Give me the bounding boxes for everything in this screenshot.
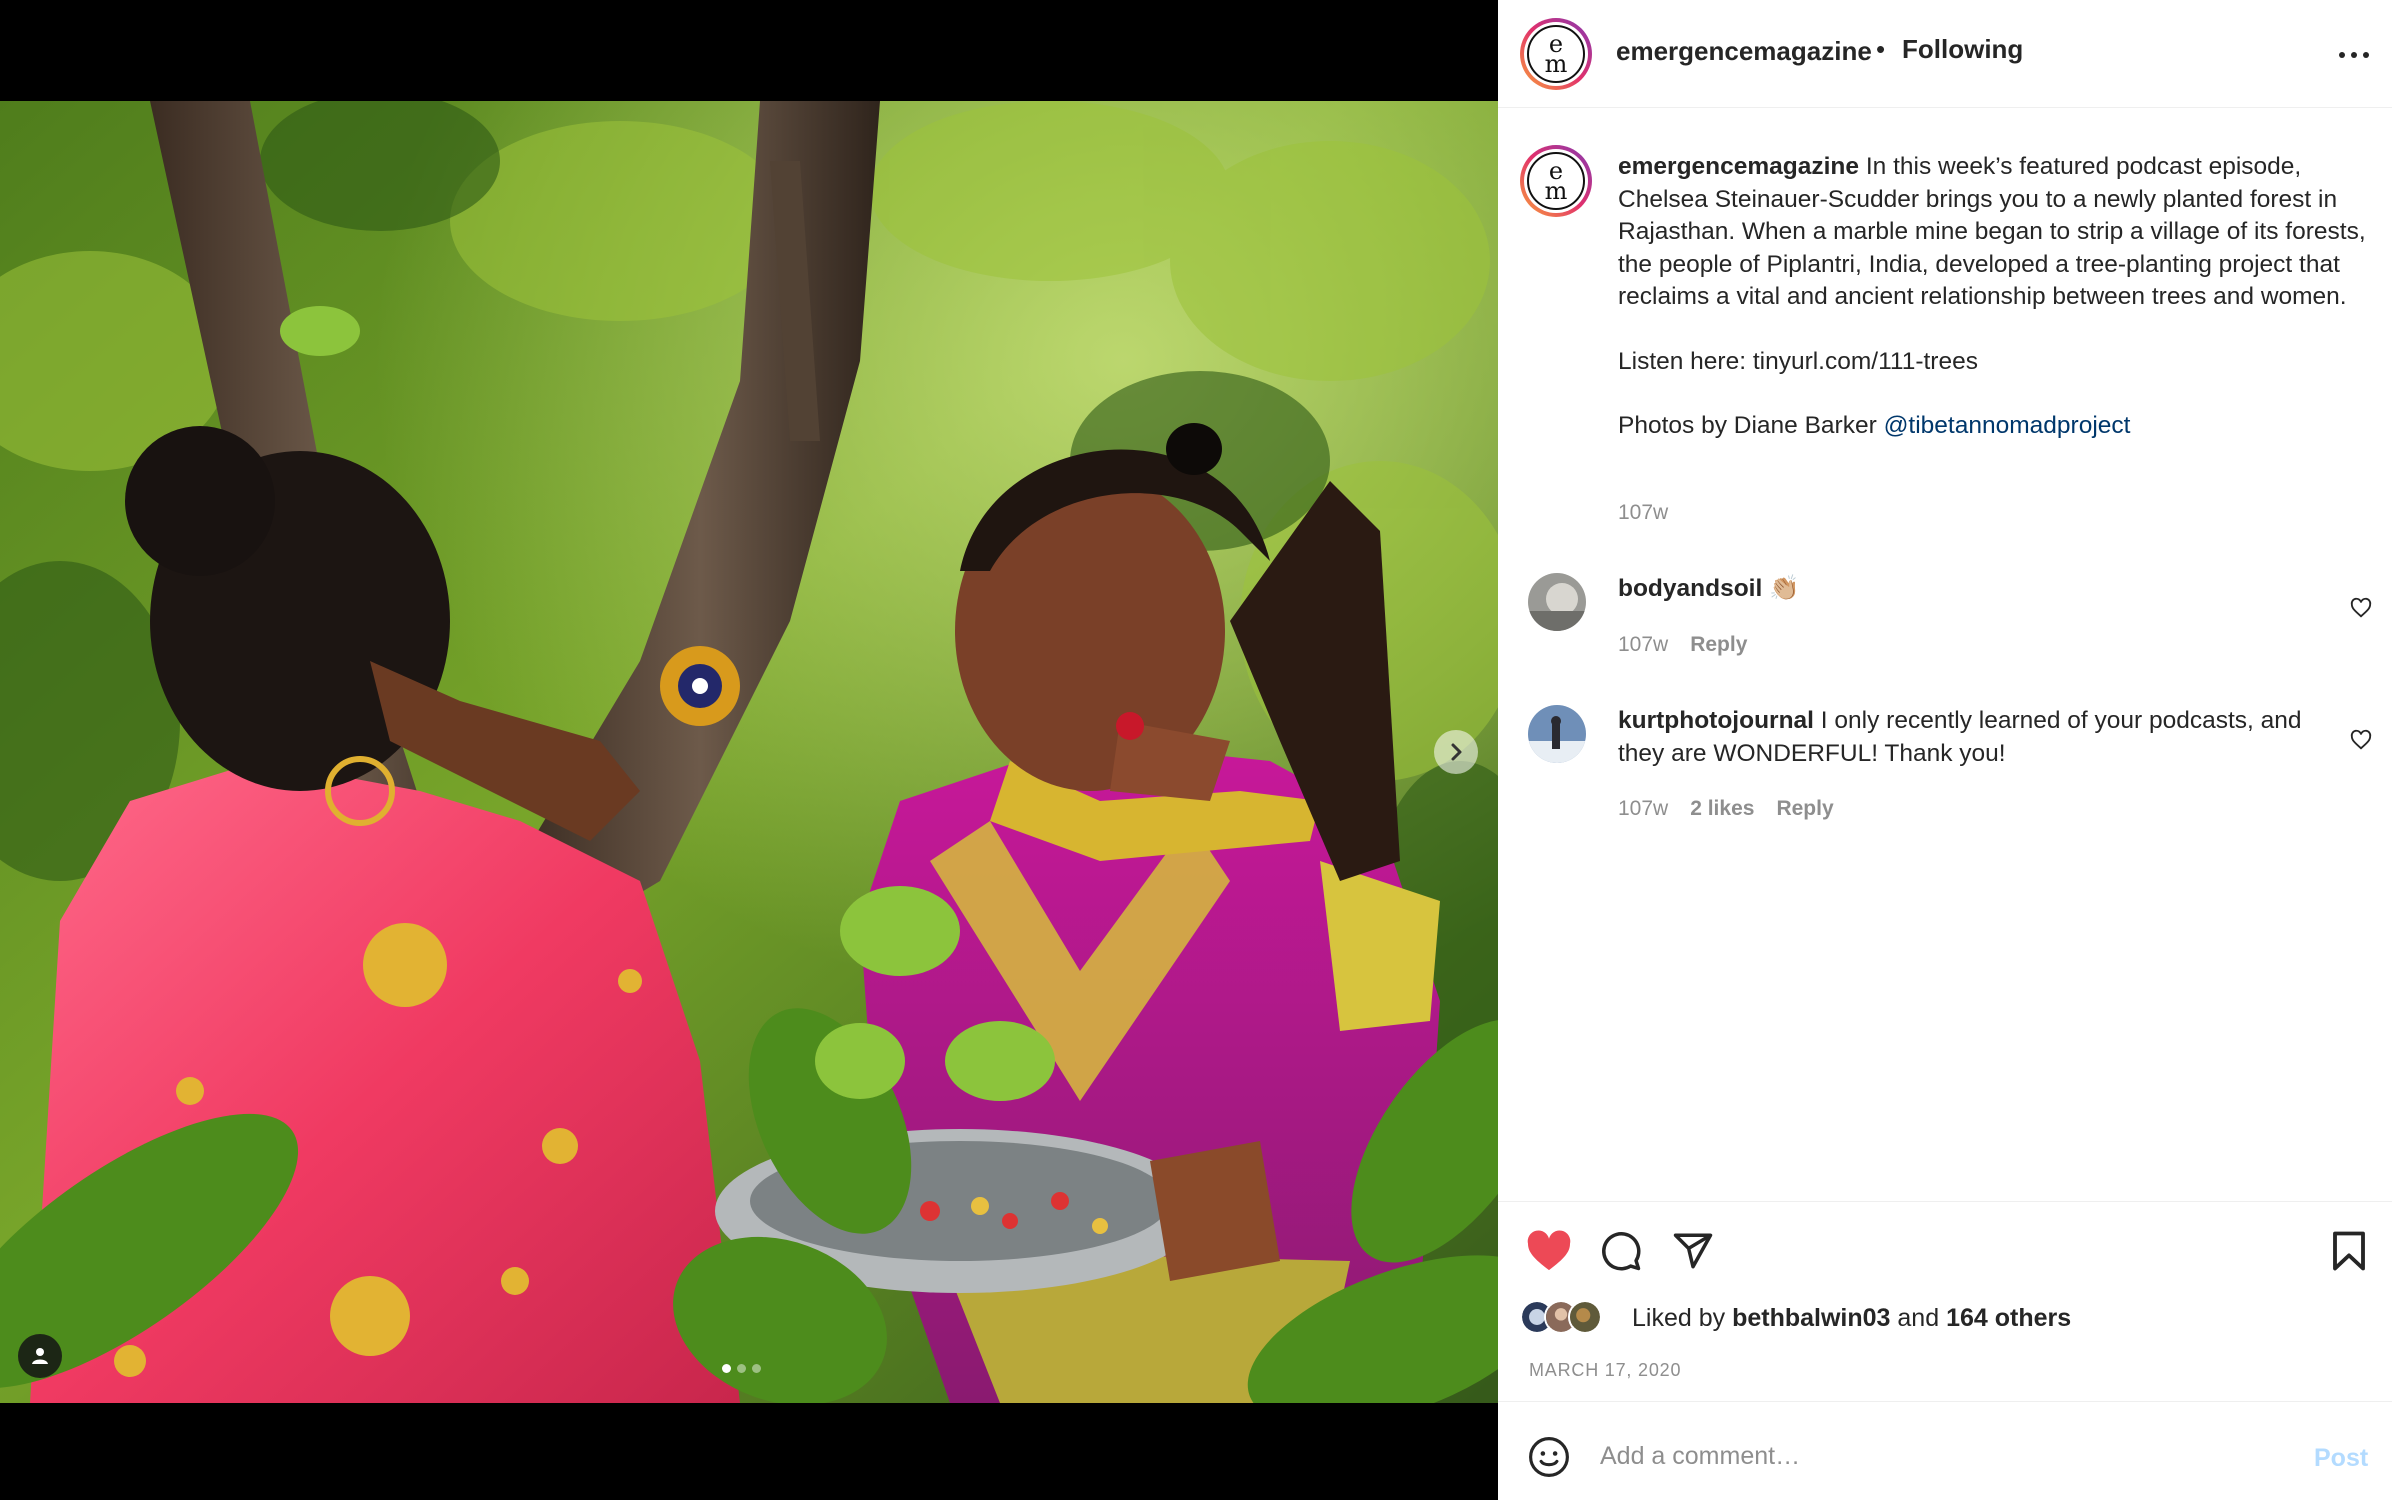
likes-summary: Liked by bethbalwin03 and 164 others <box>1632 1304 2071 1333</box>
user-tag-icon <box>32 1348 48 1364</box>
comment-meta: 107w Reply <box>1618 633 1747 657</box>
post-photo[interactable] <box>0 101 1498 1403</box>
post-info-panel: em emergencemagazine • Following em emer… <box>1498 0 2392 1500</box>
post-photo-image <box>0 101 1498 1403</box>
post-modal: em emergencemagazine • Following em emer… <box>0 0 2392 1500</box>
emoji-icon[interactable] <box>1528 1436 1570 1478</box>
likes-others-link[interactable]: 164 others <box>1946 1304 2071 1332</box>
next-slide-button[interactable] <box>1434 730 1478 774</box>
comment-meta: 107w 2 likes Reply <box>1618 797 1834 821</box>
comment-timestamp[interactable]: 107w <box>1618 633 1668 657</box>
avatar <box>1568 1300 1602 1334</box>
like-button[interactable] <box>1524 1226 1574 1276</box>
comment-likes-count[interactable]: 2 likes <box>1690 797 1754 821</box>
caption-photos-credit: Photos by Diane Barker <box>1618 412 1884 439</box>
share-button[interactable] <box>1668 1226 1718 1276</box>
heart-icon <box>1527 1230 1571 1271</box>
header-separator: • <box>1876 34 1886 64</box>
caption-listen-line: Listen here: tinyurl.com/111-trees <box>1618 347 1978 375</box>
emergence-logo: em <box>1527 25 1585 83</box>
post-comment-button[interactable]: Post <box>2314 1444 2368 1473</box>
following-button[interactable]: Following <box>1902 34 2023 65</box>
like-comment-heart-icon[interactable] <box>2350 597 2372 619</box>
share-icon <box>1673 1233 1713 1269</box>
comment-composer: Post <box>1498 1401 2392 1500</box>
carousel-dot-3 <box>752 1364 761 1373</box>
comment-username[interactable]: kurtphotojournal <box>1618 707 1814 734</box>
media-area <box>0 0 1498 1500</box>
like-comment-heart-icon[interactable] <box>2350 729 2372 751</box>
post-header: em emergencemagazine • Following <box>1498 0 2392 108</box>
commenter-avatar[interactable] <box>1528 573 1586 631</box>
mention-link[interactable]: @tibetannomadproject <box>1884 412 2131 439</box>
caption-avatar[interactable]: em <box>1520 145 1592 217</box>
comments-list[interactable]: em emergencemagazine In this week’s feat… <box>1498 109 2392 1201</box>
reply-button[interactable]: Reply <box>1776 797 1833 821</box>
save-button[interactable] <box>2324 1226 2374 1276</box>
comment-username[interactable]: bodyandsoil <box>1618 575 1762 602</box>
reply-button[interactable]: Reply <box>1690 633 1747 657</box>
commenter-avatar[interactable] <box>1528 705 1586 763</box>
add-comment-input[interactable] <box>1600 1432 2240 1480</box>
comment-button[interactable] <box>1596 1226 1646 1276</box>
comment-content: 👏🏼 <box>1769 575 1800 602</box>
liked-by-username[interactable]: bethbalwin03 <box>1732 1304 1890 1332</box>
chevron-right-icon <box>1451 743 1462 761</box>
tagged-users-button[interactable] <box>18 1334 62 1378</box>
bookmark-icon <box>2333 1231 2365 1271</box>
comment-timestamp[interactable]: 107w <box>1618 797 1668 821</box>
caption-username[interactable]: emergencemagazine <box>1618 153 1859 180</box>
comment-icon <box>1602 1232 1641 1271</box>
carousel-indicator <box>722 1364 761 1373</box>
emergence-logo: em <box>1527 152 1585 210</box>
post-username[interactable]: emergencemagazine <box>1616 36 1872 67</box>
post-actions: Liked by bethbalwin03 and 164 others MAR… <box>1498 1201 2392 1401</box>
liked-by-avatars[interactable] <box>1520 1300 1602 1334</box>
likes-prefix: Liked by <box>1632 1304 1726 1332</box>
avatar[interactable]: em <box>1520 18 1592 90</box>
comment-text: kurtphotojournal I only recently learned… <box>1618 705 2308 770</box>
carousel-dot-1 <box>722 1364 731 1373</box>
caption-timestamp[interactable]: 107w <box>1618 501 1668 525</box>
more-icon <box>2339 52 2369 58</box>
post-date[interactable]: MARCH 17, 2020 <box>1529 1360 1681 1381</box>
post-caption: emergencemagazine In this week’s feature… <box>1618 151 2368 443</box>
more-options-button[interactable] <box>2334 40 2374 70</box>
comment-text: bodyandsoil 👏🏼 <box>1618 573 2308 606</box>
likes-and: and <box>1897 1304 1940 1332</box>
carousel-dot-2 <box>737 1364 746 1373</box>
